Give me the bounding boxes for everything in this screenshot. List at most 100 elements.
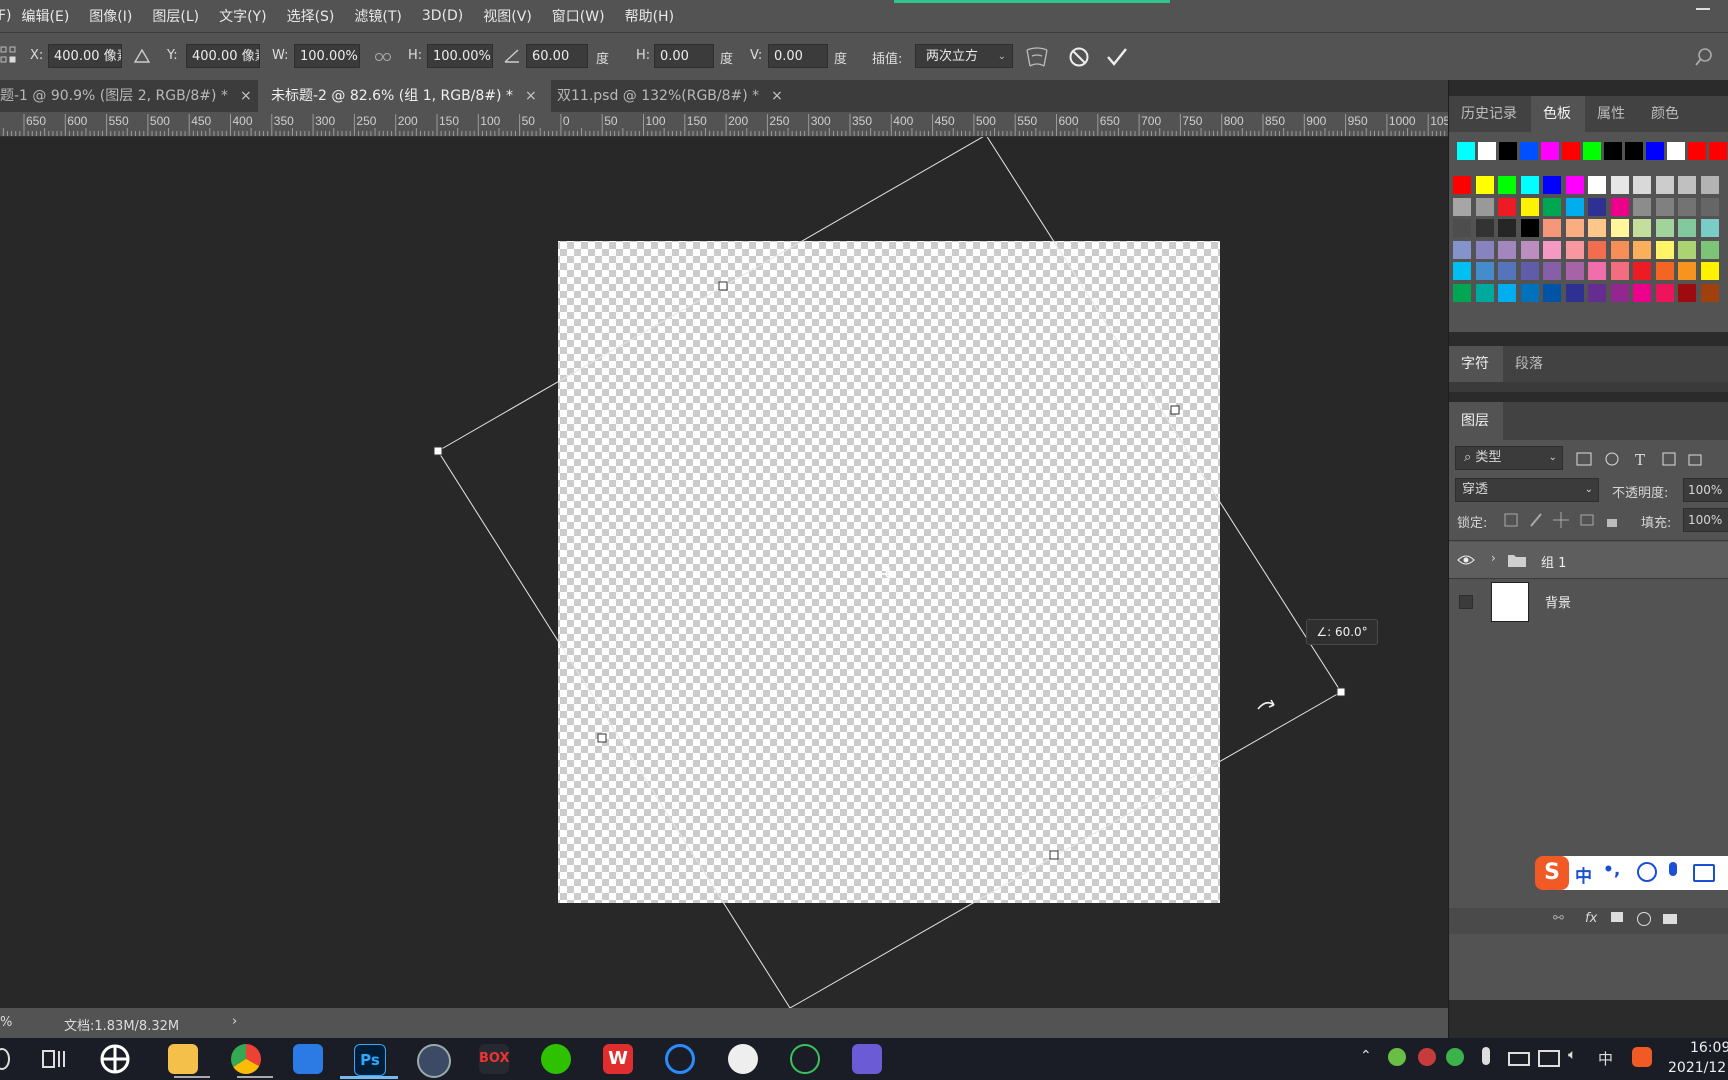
vskew-field[interactable]: 0.00 [768, 44, 828, 68]
swatch[interactable] [1565, 262, 1584, 280]
close-icon[interactable]: × [240, 88, 252, 104]
swatch[interactable] [1678, 283, 1696, 302]
fill-field[interactable]: 100% [1683, 508, 1728, 532]
close-icon[interactable]: × [771, 88, 783, 104]
box-app-icon[interactable]: BOX [479, 1044, 510, 1074]
layer-row-group1[interactable]: › 组 1 [1449, 542, 1728, 578]
lock-position-icon[interactable] [1553, 512, 1569, 528]
pixel-filter-icon[interactable] [1576, 452, 1592, 466]
tray-sogou-icon[interactable] [1632, 1047, 1652, 1067]
swatch[interactable] [1520, 262, 1539, 280]
swatch[interactable] [1541, 142, 1559, 160]
menu-view[interactable]: 视图(V) [483, 6, 532, 26]
menu-filter[interactable]: 滤镜(T) [354, 6, 401, 26]
swatch[interactable] [1700, 176, 1719, 194]
height-field[interactable]: 100.00% [427, 44, 493, 68]
menu-edit[interactable]: 编辑(E) [22, 6, 70, 26]
swatch[interactable] [1520, 240, 1539, 259]
swatch[interactable] [1655, 176, 1674, 194]
swatch[interactable] [1543, 283, 1561, 302]
smart-object-filter-icon[interactable] [1688, 454, 1702, 466]
swatch[interactable] [1453, 197, 1471, 216]
swatch[interactable] [1565, 283, 1584, 302]
search-icon[interactable] [1694, 47, 1714, 67]
swatch[interactable] [1588, 176, 1606, 194]
swatch[interactable] [1453, 262, 1471, 280]
swatch[interactable] [1475, 283, 1494, 302]
new-group-icon[interactable] [1663, 914, 1677, 924]
link-icon[interactable] [374, 51, 392, 63]
swatch[interactable] [1565, 176, 1584, 194]
photoshop-icon[interactable]: Ps [354, 1044, 386, 1076]
tab-color[interactable]: 颜色 [1639, 96, 1699, 132]
swatch[interactable] [1610, 197, 1629, 216]
commit-transform-icon[interactable] [1105, 46, 1129, 68]
lock-transparent-icon[interactable] [1504, 513, 1518, 527]
swatch[interactable] [1583, 142, 1601, 160]
ime-toolbar[interactable]: S 中 •, [1535, 856, 1728, 890]
menu-image[interactable]: 图像(I) [89, 6, 132, 26]
link-layers-icon[interactable]: ⚯ [1553, 911, 1564, 926]
swatch[interactable] [1520, 197, 1539, 216]
swatch[interactable] [1700, 219, 1719, 237]
microphone-icon[interactable] [1669, 862, 1677, 876]
swatch[interactable] [1633, 283, 1651, 302]
swatch[interactable] [1453, 283, 1471, 302]
swatch[interactable] [1700, 197, 1719, 216]
search-app-icon[interactable] [665, 1044, 695, 1074]
swatch[interactable] [1565, 197, 1584, 216]
layer-row-background[interactable]: 背景 [1449, 580, 1728, 622]
tray-ime-indicator[interactable]: 中 [1598, 1048, 1613, 1069]
swatch[interactable] [1588, 262, 1606, 280]
swatch[interactable] [1498, 176, 1516, 194]
swatch[interactable] [1700, 262, 1719, 280]
tab-double11[interactable]: 双11.psd @ 132%(RGB/8#) * × [545, 80, 807, 112]
swatch[interactable] [1498, 262, 1516, 280]
swatch[interactable] [1655, 283, 1674, 302]
swatch[interactable] [1633, 219, 1651, 237]
lock-artboard-icon[interactable] [1580, 514, 1594, 526]
swatch[interactable] [1633, 176, 1651, 194]
swatch[interactable] [1498, 240, 1516, 259]
canvas-area[interactable]: ∠: 60.0° [0, 137, 1448, 1008]
close-icon[interactable]: × [525, 88, 537, 104]
tab-untitled-1[interactable]: 题-1 @ 90.9% (图层 2, RGB/8#) * × [0, 80, 256, 112]
swatch[interactable] [1625, 142, 1643, 160]
swatch[interactable] [1700, 283, 1719, 302]
menu-window[interactable]: 窗口(W) [552, 6, 605, 26]
clock-date[interactable]: 2021/12 [1668, 1060, 1726, 1076]
swatch[interactable] [1520, 219, 1539, 237]
chrome-icon[interactable] [231, 1044, 261, 1074]
fx-icon[interactable]: fx [1585, 911, 1597, 926]
tray-wechat-icon[interactable] [1446, 1048, 1464, 1066]
tab-history[interactable]: 历史记录 [1449, 96, 1531, 132]
transform-handle[interactable] [433, 446, 443, 456]
atom-app-icon[interactable] [790, 1044, 820, 1074]
tray-app-icon[interactable] [1388, 1048, 1406, 1066]
swatch[interactable] [1655, 197, 1674, 216]
emoji-icon[interactable] [1637, 862, 1657, 882]
swatch[interactable] [1678, 219, 1696, 237]
shape-filter-icon[interactable] [1662, 452, 1676, 466]
swatch[interactable] [1478, 142, 1496, 160]
angle-field[interactable]: 60.00 [526, 44, 588, 68]
mask-icon[interactable] [1611, 912, 1623, 922]
app-icon-circle[interactable] [728, 1044, 758, 1074]
battery-icon[interactable] [1508, 1052, 1530, 1066]
tab-layers[interactable]: 图层 [1449, 402, 1503, 440]
wps-icon[interactable]: W [603, 1044, 633, 1074]
swatch[interactable] [1543, 262, 1561, 280]
reference-point-icon[interactable] [0, 45, 18, 67]
swatch[interactable] [1678, 262, 1696, 280]
lock-all-icon[interactable] [1607, 519, 1617, 527]
swatch[interactable] [1498, 219, 1516, 237]
menu-3d[interactable]: 3D(D) [422, 8, 463, 24]
menu-help[interactable]: 帮助(H) [625, 6, 674, 26]
swatch[interactable] [1655, 262, 1674, 280]
hskew-field[interactable]: 0.00 [654, 44, 714, 68]
search-icon[interactable] [0, 1048, 10, 1070]
tray-app-icon[interactable] [1418, 1048, 1436, 1066]
swatch[interactable] [1655, 240, 1674, 259]
swatch[interactable] [1498, 283, 1516, 302]
swatch[interactable] [1520, 283, 1539, 302]
